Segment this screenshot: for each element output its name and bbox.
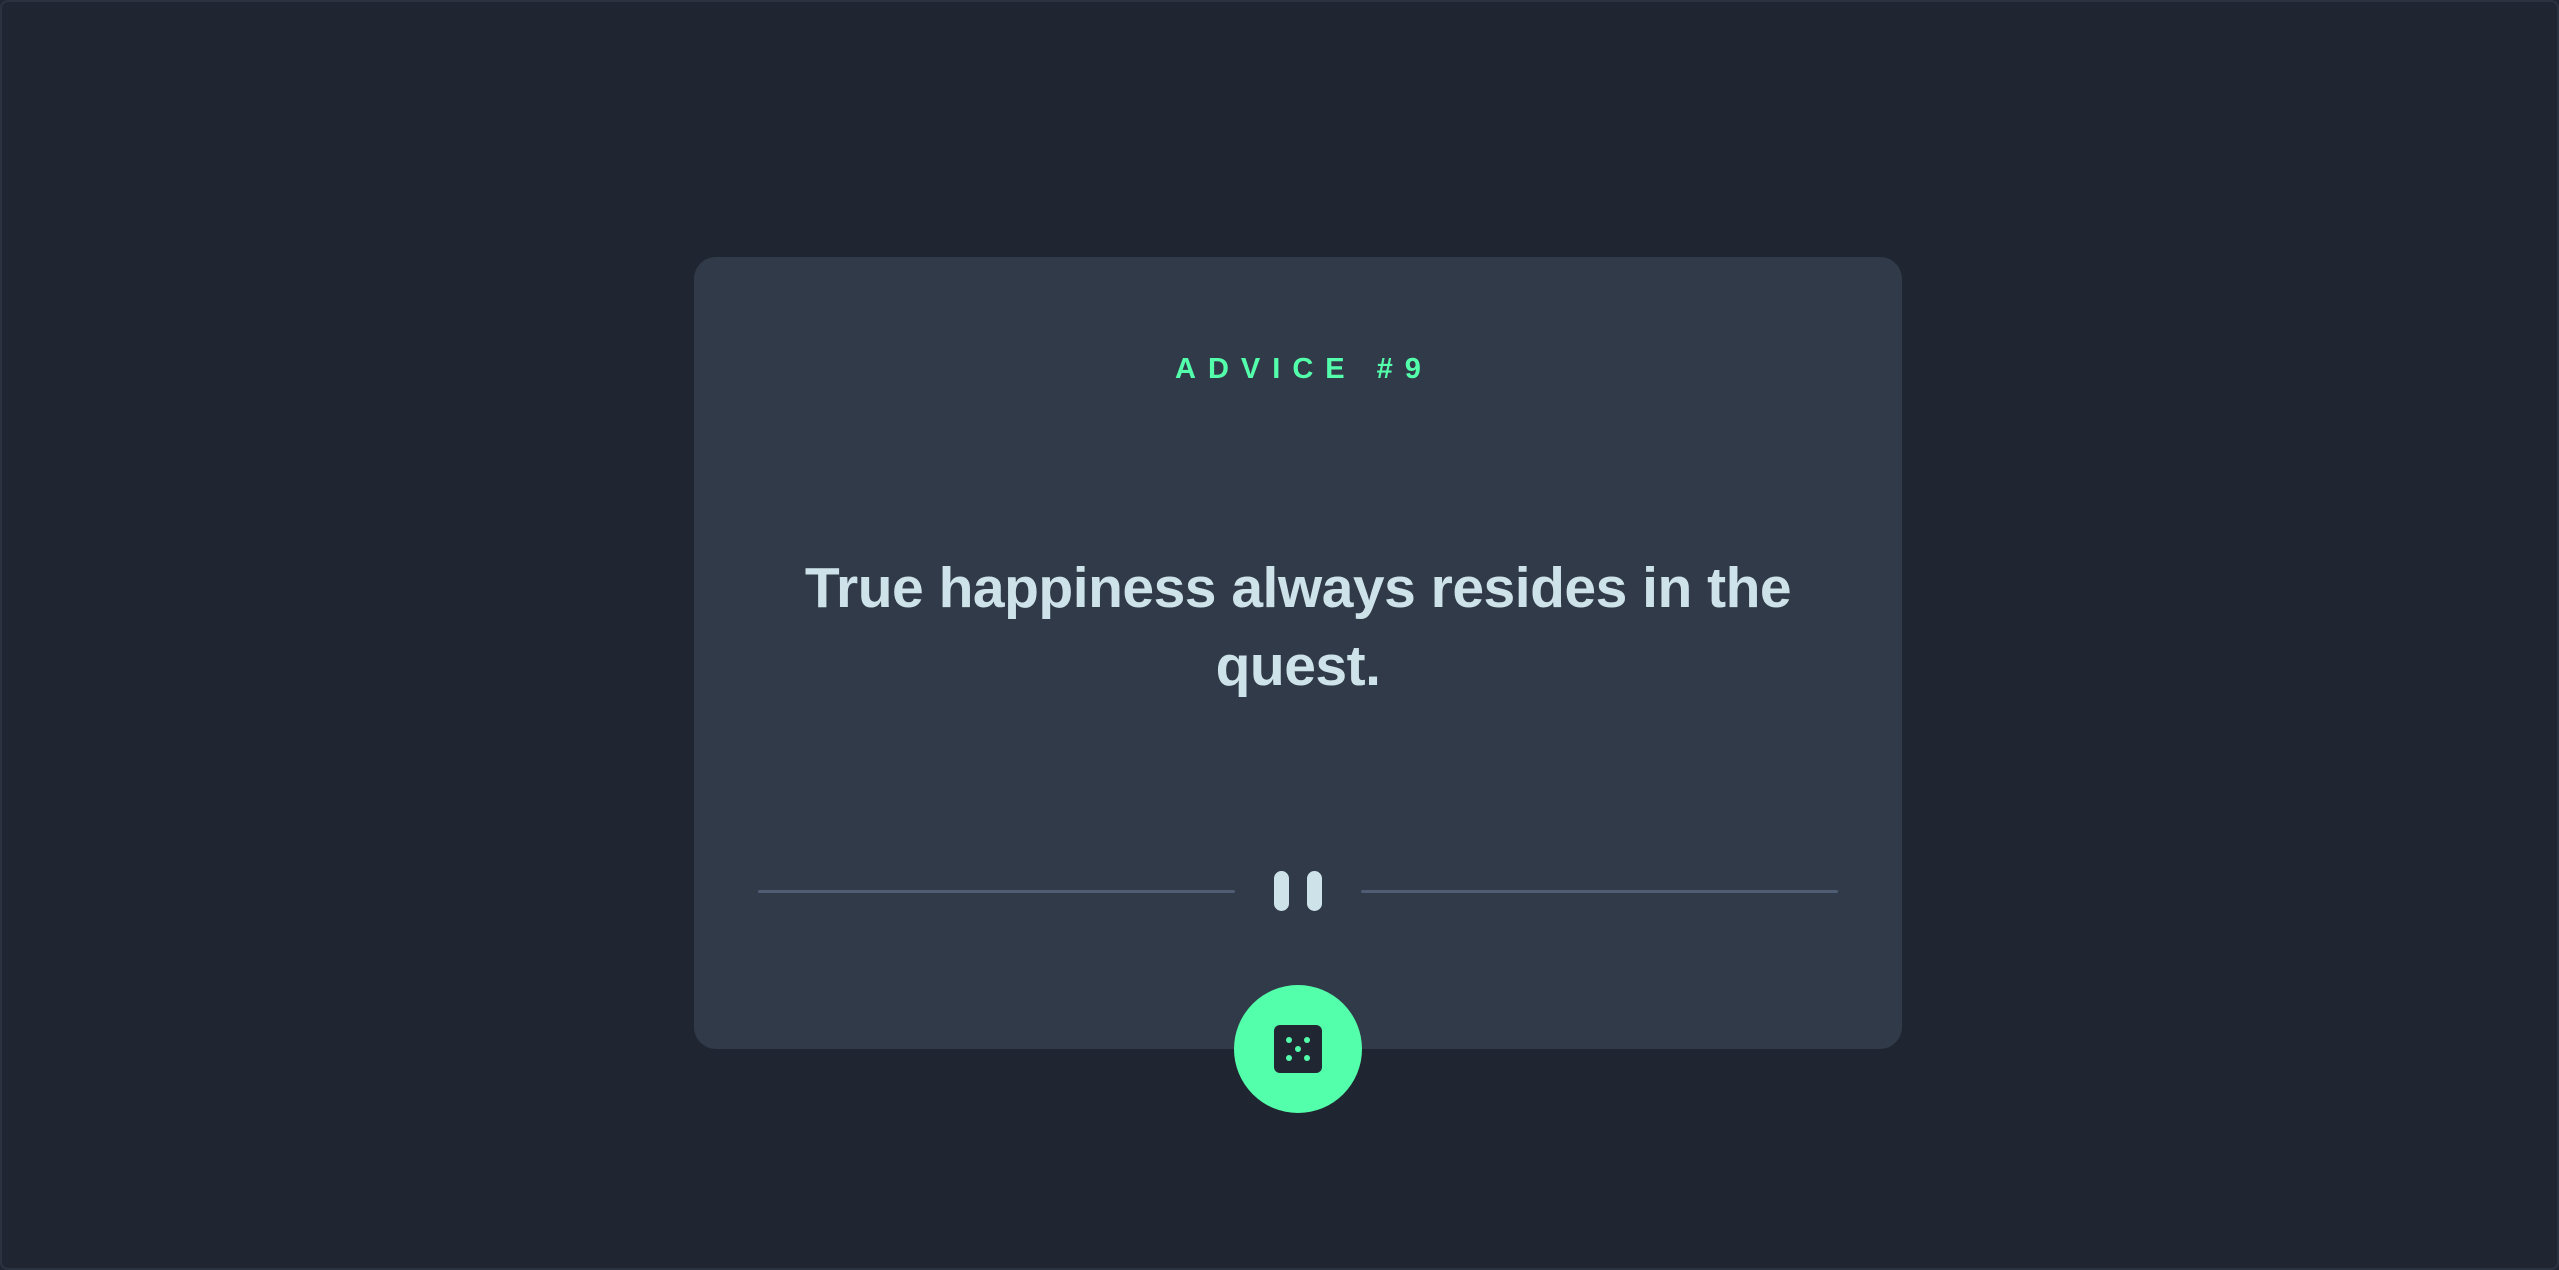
generate-advice-button[interactable] [1234,985,1362,1113]
divider-line-right [1361,890,1838,893]
advice-card: ADVICE #9 True happiness always resides … [694,257,1902,1049]
page-background: ADVICE #9 True happiness always resides … [0,0,2559,1270]
pause-icon [1265,871,1331,911]
advice-number: ADVICE #9 [1175,353,1433,385]
pattern-divider [758,871,1838,911]
advice-quote: True happiness always resides in the que… [804,556,1792,698]
divider-line-left [758,890,1235,893]
dice-icon [1274,1025,1322,1073]
